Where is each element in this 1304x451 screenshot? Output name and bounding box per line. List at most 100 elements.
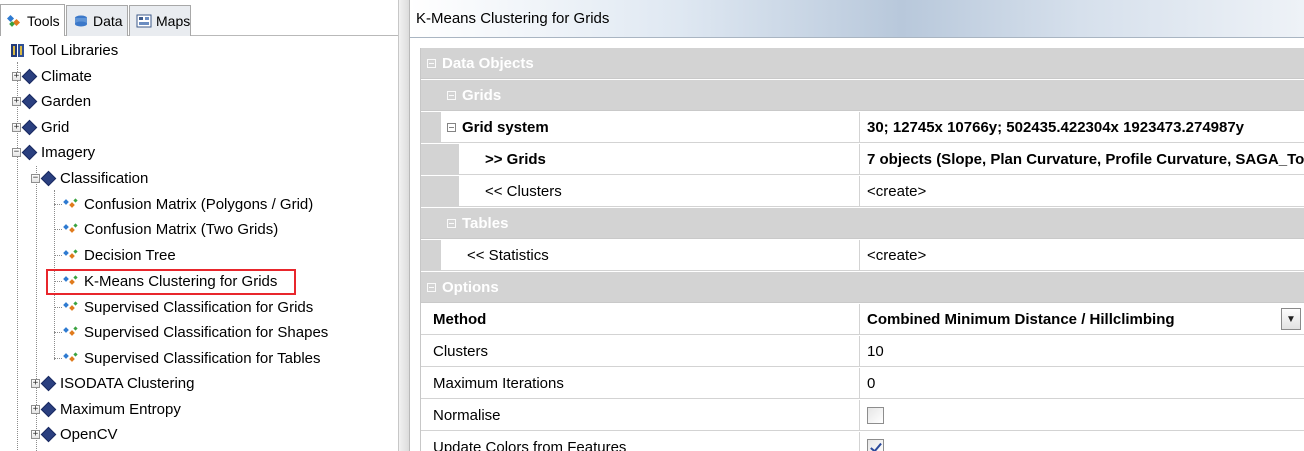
method-select[interactable]: Combined Minimum Distance / Hillclimbing…: [859, 304, 1304, 334]
property-statistics[interactable]: << Statistics <create>: [421, 240, 1304, 271]
property-grid-system[interactable]: Grid system 30; 12745x 10766y; 502435.42…: [421, 112, 1304, 143]
tree-tool-confusion-matrix-grids[interactable]: Confusion Matrix (Two Grids): [62, 217, 278, 242]
category-label: Tables: [462, 214, 509, 232]
collapse-icon[interactable]: −: [12, 148, 21, 157]
dropdown-arrow-icon[interactable]: ▼: [1281, 308, 1301, 330]
category-grids[interactable]: Grids: [421, 80, 1304, 111]
property-name: Grid system: [462, 118, 549, 136]
tree-item-imagery[interactable]: − Imagery: [12, 140, 95, 165]
tool-manager-panel: Tools Data Maps Tool Libraries + Climate…: [0, 0, 398, 451]
property-name: << Statistics: [467, 246, 549, 264]
tree-tool-label: Decision Tree: [84, 247, 176, 264]
collapse-icon[interactable]: [447, 218, 456, 228]
tree-item-opencv[interactable]: + OpenCV: [31, 422, 118, 447]
tree-tool-decision-tree[interactable]: Decision Tree: [62, 243, 176, 268]
tree-tool-confusion-matrix-polygons[interactable]: Confusion Matrix (Polygons / Grid): [62, 192, 313, 217]
tool-icon: [62, 248, 80, 263]
update-colors-checkbox[interactable]: [867, 438, 884, 451]
property-clusters[interactable]: Clusters 10: [421, 336, 1304, 367]
property-grid: Data Objects Grids Grid system 30; 12745…: [420, 48, 1304, 451]
library-icon: [21, 93, 38, 110]
tab-tools-label: Tools: [27, 12, 60, 29]
collapse-icon[interactable]: [447, 90, 456, 100]
tab-data-label: Data: [93, 13, 123, 29]
tree-tool-label: Supervised Classification for Grids: [84, 299, 314, 316]
expand-icon[interactable]: +: [31, 430, 40, 439]
property-name: >> Grids: [485, 150, 546, 168]
tool-icon: [62, 351, 80, 366]
library-icon: [21, 144, 38, 161]
property-name: Method: [433, 310, 487, 328]
category-data-objects[interactable]: Data Objects: [421, 48, 1304, 79]
tree-item-garden[interactable]: + Garden: [12, 89, 91, 114]
library-icon: [21, 119, 38, 136]
tree-root-label: Tool Libraries: [29, 42, 119, 59]
normalise-checkbox[interactable]: [867, 406, 884, 424]
grid-system-value[interactable]: 30; 12745x 10766y; 502435.422304x 192347…: [859, 112, 1304, 142]
property-grids-input[interactable]: >> Grids 7 objects (Slope, Plan Curvatur…: [421, 144, 1304, 175]
collapse-icon[interactable]: [447, 122, 456, 132]
tool-icon: [62, 222, 80, 237]
tree-item-climate[interactable]: + Climate: [12, 64, 92, 89]
clusters-input[interactable]: 10: [859, 336, 1304, 366]
max-iterations-input[interactable]: 0: [859, 368, 1304, 398]
library-icon: [40, 170, 57, 187]
tree-item-label: Climate: [41, 68, 92, 85]
tree-item-isodata[interactable]: + ISODATA Clustering: [31, 371, 195, 396]
tree-tool-supervised-tables[interactable]: Supervised Classification for Tables: [62, 346, 321, 371]
tree-tool-supervised-grids[interactable]: Supervised Classification for Grids: [62, 295, 313, 320]
tree-item-maximum-entropy[interactable]: + Maximum Entropy: [31, 397, 181, 422]
property-normalise[interactable]: Normalise: [421, 400, 1304, 431]
expand-icon[interactable]: +: [31, 405, 40, 414]
method-value: Combined Minimum Distance / Hillclimbing: [867, 310, 1175, 328]
category-label: Options: [442, 278, 499, 296]
tool-libraries-icon: [10, 43, 26, 58]
tree-item-label: OpenCV: [60, 426, 118, 443]
property-max-iterations[interactable]: Maximum Iterations 0: [421, 368, 1304, 399]
tool-tree: Tool Libraries + Climate + Garden + Grid…: [0, 38, 398, 451]
tool-icon: [62, 325, 80, 340]
tree-item-label: Garden: [41, 93, 92, 110]
property-name: Clusters: [433, 342, 489, 360]
settings-title: K-Means Clustering for Grids: [416, 10, 610, 27]
panel-splitter[interactable]: [398, 0, 410, 451]
tab-tools[interactable]: Tools: [0, 4, 65, 36]
clusters-output-value[interactable]: <create>: [859, 176, 1304, 206]
property-method[interactable]: Method Combined Minimum Distance / Hillc…: [421, 304, 1304, 335]
tree-item-label: ISODATA Clustering: [60, 375, 195, 392]
property-name: Normalise: [433, 406, 501, 424]
expand-icon[interactable]: +: [12, 72, 21, 81]
tab-maps-label: Maps: [156, 13, 191, 29]
tree-item-label: Classification: [60, 170, 149, 187]
tree-root[interactable]: Tool Libraries: [10, 38, 118, 63]
category-options[interactable]: Options: [421, 272, 1304, 303]
tree-item-classification[interactable]: − Classification: [31, 166, 148, 191]
tree-item-grid[interactable]: + Grid: [12, 115, 69, 140]
property-clusters-output[interactable]: << Clusters <create>: [421, 176, 1304, 207]
expand-icon[interactable]: +: [12, 123, 21, 132]
collapse-icon[interactable]: −: [31, 174, 40, 183]
tree-item-label: Imagery: [41, 144, 96, 161]
settings-title-bar: K-Means Clustering for Grids: [410, 0, 1304, 38]
maps-icon: [136, 14, 152, 28]
collapse-icon[interactable]: [427, 58, 436, 68]
tree-tool-label: Supervised Classification for Shapes: [84, 324, 329, 341]
property-update-colors[interactable]: Update Colors from Features: [421, 432, 1304, 451]
statistics-value[interactable]: <create>: [859, 240, 1304, 270]
property-name: Maximum Iterations: [433, 374, 564, 392]
tree-tool-label: Confusion Matrix (Two Grids): [84, 221, 279, 238]
grids-input-value[interactable]: 7 objects (Slope, Plan Curvature, Profil…: [859, 144, 1304, 174]
tree-tool-supervised-shapes[interactable]: Supervised Classification for Shapes: [62, 320, 328, 345]
property-name: << Clusters: [485, 182, 562, 200]
tab-data[interactable]: Data: [66, 5, 128, 36]
collapse-icon[interactable]: [427, 282, 436, 292]
selected-tool-highlight: [46, 269, 296, 295]
category-label: Grids: [462, 86, 502, 104]
library-icon: [21, 68, 38, 85]
expand-icon[interactable]: +: [31, 379, 40, 388]
category-tables[interactable]: Tables: [421, 208, 1304, 239]
tree-item-label: Grid: [41, 119, 70, 136]
tab-bar: Tools Data Maps: [0, 0, 398, 36]
expand-icon[interactable]: +: [12, 97, 21, 106]
tab-maps[interactable]: Maps: [129, 5, 191, 36]
